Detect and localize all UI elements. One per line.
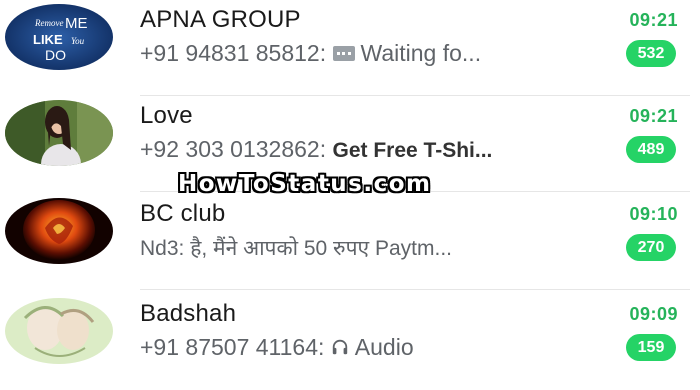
chat-row-apna-group[interactable]: Remove ME LIKE You DO APNA GROUP +91 948…: [0, 0, 700, 96]
chat-preview: +91 94831 85812: Waiting fo...: [140, 40, 605, 67]
chat-name: APNA GROUP: [140, 6, 301, 33]
avatar-text-like: LIKE: [33, 32, 63, 47]
chat-row-badshah[interactable]: Badshah +91 87507 41164: Audio 09:09 159: [0, 294, 700, 390]
chat-preview: Nd3: है, मैंने आपको 50 रुपए Paytm...: [140, 234, 605, 262]
message-text: Waiting fo...: [360, 40, 482, 66]
chat-name: BC club: [140, 200, 226, 227]
chat-preview: +92 303 0132862: Get Free T-Shi...: [140, 136, 605, 163]
unread-badge: 270: [626, 234, 676, 261]
avatar-text-do: DO: [45, 47, 66, 63]
avatar-text-remove: Remove: [34, 18, 63, 28]
unread-badge: 532: [626, 40, 676, 67]
chat-time: 09:09: [629, 304, 678, 324]
chat-name: Badshah: [140, 300, 237, 327]
chat-name: Love: [140, 102, 193, 129]
message-text: Get Free T-Shi...: [332, 139, 493, 162]
unread-badge: 489: [626, 136, 676, 163]
avatar-text-me: ME: [65, 15, 88, 32]
couple-sketch-avatar-icon[interactable]: [5, 298, 113, 364]
row-divider: [140, 289, 690, 290]
chat-time: 09:21: [629, 106, 678, 126]
chat-time: 09:10: [629, 204, 678, 224]
girl-photo-avatar-icon[interactable]: [5, 100, 113, 166]
message-text: Audio: [354, 334, 414, 360]
message-sender: +91 94831 85812:: [140, 40, 333, 66]
chat-time: 09:21: [629, 10, 678, 30]
message-text: है, मैंने आपको 50 रुपए Paytm...: [190, 237, 453, 260]
headphone-icon: [332, 339, 347, 355]
chat-preview: +91 87507 41164: Audio: [140, 334, 605, 361]
fire-rose-avatar-icon[interactable]: [5, 198, 113, 264]
message-sender: +92 303 0132862:: [140, 136, 333, 162]
message-sender: Nd3:: [140, 237, 191, 260]
watermark-text: HowToStatus.com: [178, 171, 432, 197]
message-icon: [332, 45, 355, 61]
message-sender: +91 87507 41164:: [140, 334, 331, 360]
avatar-text-you: You: [71, 36, 85, 46]
unread-badge: 159: [626, 334, 676, 361]
group-avatar-icon[interactable]: Remove ME LIKE You DO: [5, 4, 113, 70]
chat-row-bc-club[interactable]: BC club Nd3: है, मैंने आपको 50 रुपए Payt…: [0, 194, 700, 290]
